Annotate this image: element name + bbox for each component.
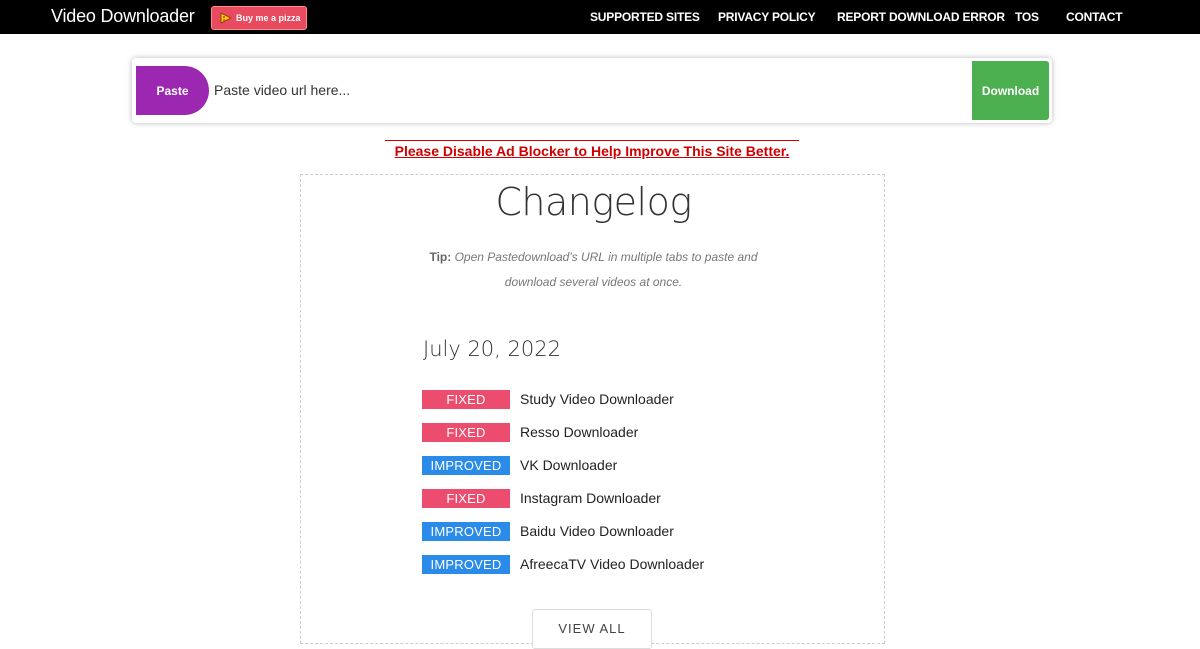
tip-text-block: Tip: Open Pastedownload's URL in multipl… <box>411 245 776 295</box>
buy-me-a-pizza-button[interactable]: Buy me a pizza <box>211 6 307 30</box>
status-badge: IMPROVED <box>422 521 510 541</box>
status-badge: IMPROVED <box>422 554 510 574</box>
nav-link-contact[interactable]: CONTACT <box>1066 10 1123 24</box>
download-button[interactable]: Download <box>972 61 1049 120</box>
status-badge: FIXED <box>422 488 510 508</box>
video-url-input[interactable] <box>214 76 964 104</box>
nav-link-supported-sites[interactable]: SUPPORTED SITES <box>590 10 700 24</box>
entry-text: Study Video Downloader <box>520 391 674 407</box>
notice-divider <box>385 140 799 141</box>
changelog-date: July 20, 2022 <box>423 337 561 361</box>
changelog-entry: IMPROVED VK Downloader <box>422 455 617 475</box>
top-navbar: Video Downloader Buy me a pizza SUPPORTE… <box>0 0 1200 34</box>
adblock-notice-link[interactable]: Please Disable Ad Blocker to Help Improv… <box>385 143 799 159</box>
entry-text: VK Downloader <box>520 457 618 473</box>
pizza-icon <box>220 12 232 24</box>
nav-link-privacy-policy[interactable]: PRIVACY POLICY <box>718 10 816 24</box>
changelog-entry: FIXED Instagram Downloader <box>422 488 661 508</box>
status-badge: FIXED <box>422 389 510 409</box>
changelog-entry: FIXED Resso Downloader <box>422 422 638 442</box>
tip-text: Open Pastedownload's URL in multiple tab… <box>454 250 758 289</box>
view-all-button[interactable]: VIEW ALL <box>532 609 652 649</box>
nav-link-tos[interactable]: TOS <box>1015 10 1039 24</box>
url-paste-bar: Paste Download <box>132 58 1052 123</box>
tip-label: Tip: <box>429 250 452 264</box>
status-badge: FIXED <box>422 422 510 442</box>
entry-text: Resso Downloader <box>520 424 639 440</box>
changelog-entry: FIXED Study Video Downloader <box>422 389 674 409</box>
paste-button[interactable]: Paste <box>136 66 209 115</box>
changelog-entry: IMPROVED Baidu Video Downloader <box>422 521 674 541</box>
changelog-entry: IMPROVED AfreecaTV Video Downloader <box>422 554 704 574</box>
changelog-panel: Changelog Tip: Open Pastedownload's URL … <box>300 174 885 649</box>
site-logo-text[interactable]: Video Downloader <box>51 6 195 27</box>
entry-text: AfreecaTV Video Downloader <box>520 556 705 572</box>
entry-text: Baidu Video Downloader <box>520 523 674 539</box>
entry-text: Instagram Downloader <box>520 490 661 506</box>
status-badge: IMPROVED <box>422 455 510 475</box>
nav-link-report-download-error[interactable]: REPORT DOWNLOAD ERROR <box>837 10 1005 24</box>
changelog-title: Changelog <box>495 180 692 224</box>
buy-me-a-pizza-label: Buy me a pizza <box>236 13 301 23</box>
